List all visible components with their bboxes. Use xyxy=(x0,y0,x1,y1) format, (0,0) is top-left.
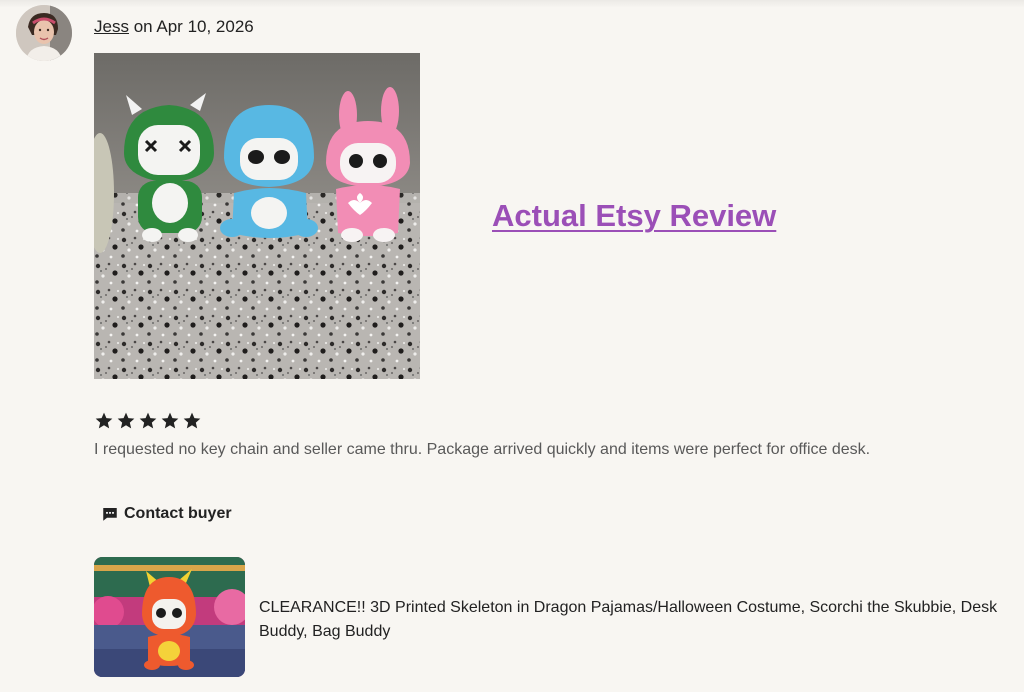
contact-buyer-button[interactable]: Contact buyer xyxy=(101,502,232,526)
review-photo[interactable] xyxy=(94,53,420,379)
star-icon xyxy=(116,411,136,433)
review-date: on Apr 10, 2026 xyxy=(128,17,254,36)
star-icon xyxy=(138,411,158,433)
review-header: Jess on Apr 10, 2026 xyxy=(94,17,254,37)
reviewer-avatar[interactable] xyxy=(16,5,72,61)
listing-title-link[interactable]: CLEARANCE!! 3D Printed Skeleton in Drago… xyxy=(259,596,1021,644)
review-text: I requested no key chain and seller came… xyxy=(94,441,871,458)
star-rating xyxy=(94,411,202,433)
reviewer-name-link[interactable]: Jess xyxy=(94,17,129,36)
listing-thumbnail[interactable] xyxy=(94,557,245,677)
contact-buyer-label: Contact buyer xyxy=(124,505,232,522)
star-icon xyxy=(94,411,114,433)
star-icon xyxy=(182,411,202,433)
review-page: Jess on Apr 10, 2026 Actual Etsy Review … xyxy=(0,0,1024,692)
overlay-heading: Actual Etsy Review xyxy=(492,198,777,233)
star-icon xyxy=(160,411,180,433)
chat-bubble-icon xyxy=(101,505,119,523)
top-shadow xyxy=(0,0,1024,8)
